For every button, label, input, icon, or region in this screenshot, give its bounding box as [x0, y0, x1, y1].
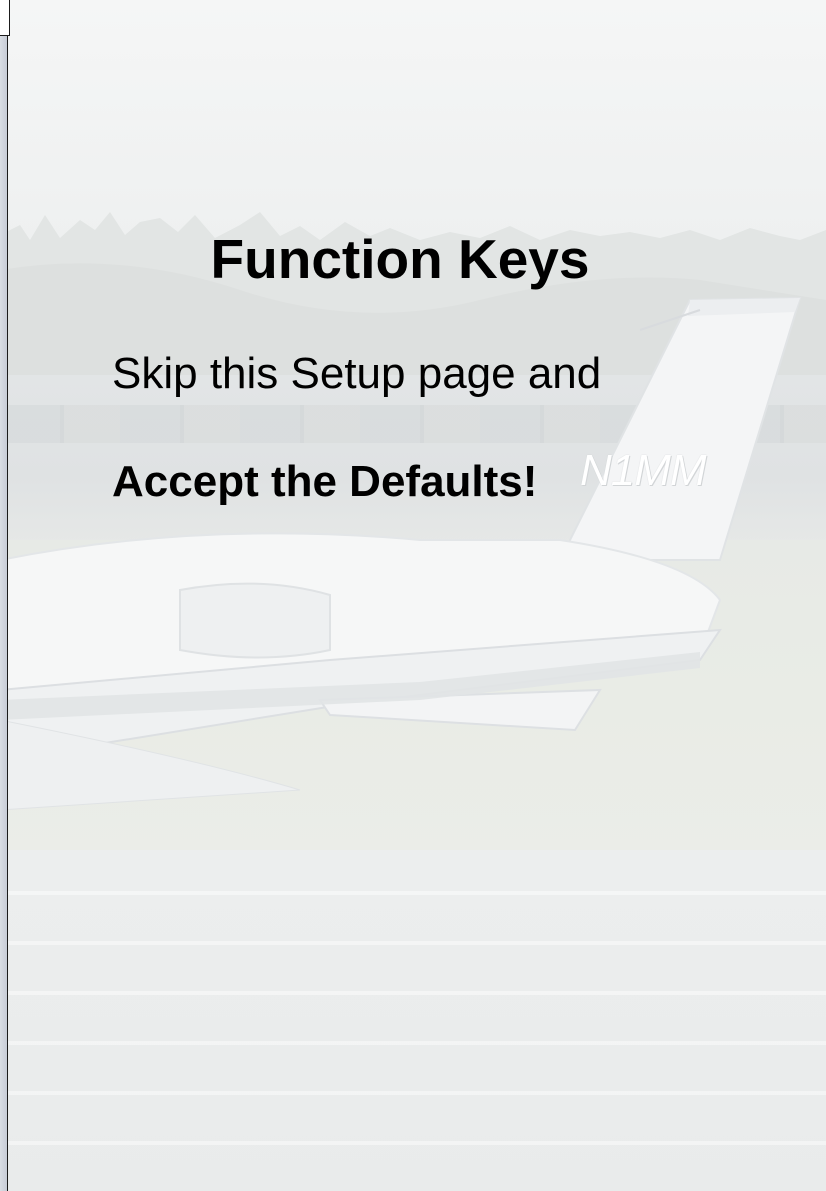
frame-corner [0, 0, 10, 36]
background-photo: N1MM [0, 0, 826, 1191]
emphasis-line: Accept the Defaults! [112, 457, 538, 506]
slide-title: Function Keys [210, 228, 590, 290]
tail-registration-text: N1MM [580, 446, 707, 495]
left-frame-edge [0, 0, 8, 1191]
instruction-line: Skip this Setup page and [112, 349, 602, 398]
aircraft-illustration [0, 296, 802, 811]
